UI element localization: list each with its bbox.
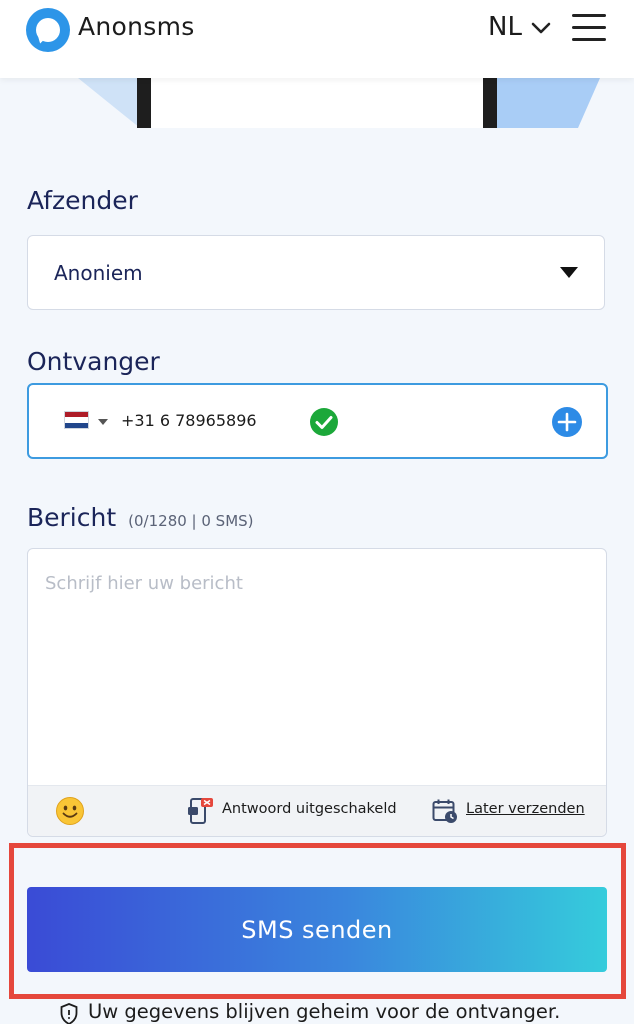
language-selector[interactable]: NL <box>488 12 522 42</box>
message-box: Antwoord uitgeschakeld Later verzenden <box>27 548 607 837</box>
message-label: Bericht <box>27 503 117 532</box>
reply-disabled-icon <box>188 798 213 824</box>
chevron-down-icon[interactable] <box>529 16 553 40</box>
valid-check-icon <box>310 408 338 436</box>
schedule-calendar-icon[interactable] <box>432 798 458 824</box>
phone-input[interactable] <box>121 411 301 430</box>
netherlands-flag-icon[interactable] <box>64 411 89 429</box>
top-header: Anonsms NL <box>0 0 634 78</box>
privacy-note: Uw gegevens blijven geheim voor de ontva… <box>88 1000 561 1023</box>
brand-name[interactable]: Anonsms <box>78 12 195 41</box>
add-recipient-plus-icon[interactable] <box>551 406 583 438</box>
recipient-label: Ontvanger <box>27 347 160 376</box>
message-toolbar: Antwoord uitgeschakeld Later verzenden <box>28 785 606 836</box>
send-sms-button[interactable]: SMS senden <box>27 887 607 972</box>
message-label-row: Bericht (0/1280 | 0 SMS) <box>27 503 254 532</box>
reply-status-label: Antwoord uitgeschakeld <box>222 801 397 817</box>
country-dropdown-caret-icon[interactable] <box>98 419 108 425</box>
shield-icon <box>60 1003 78 1024</box>
send-later-link[interactable]: Later verzenden <box>466 801 585 817</box>
hamburger-menu-icon[interactable] <box>572 12 608 44</box>
logo-icon[interactable] <box>26 8 70 52</box>
emoji-icon[interactable] <box>55 796 85 826</box>
sender-label: Afzender <box>27 186 138 215</box>
sender-selected-value: Anoniem <box>54 261 143 285</box>
sender-select[interactable]: Anoniem <box>27 235 605 310</box>
recipient-phone-field[interactable] <box>27 383 608 459</box>
message-textarea[interactable] <box>28 549 606 785</box>
hero-illustration <box>0 78 634 128</box>
character-counter: (0/1280 | 0 SMS) <box>128 512 254 530</box>
caret-down-icon <box>560 267 578 278</box>
